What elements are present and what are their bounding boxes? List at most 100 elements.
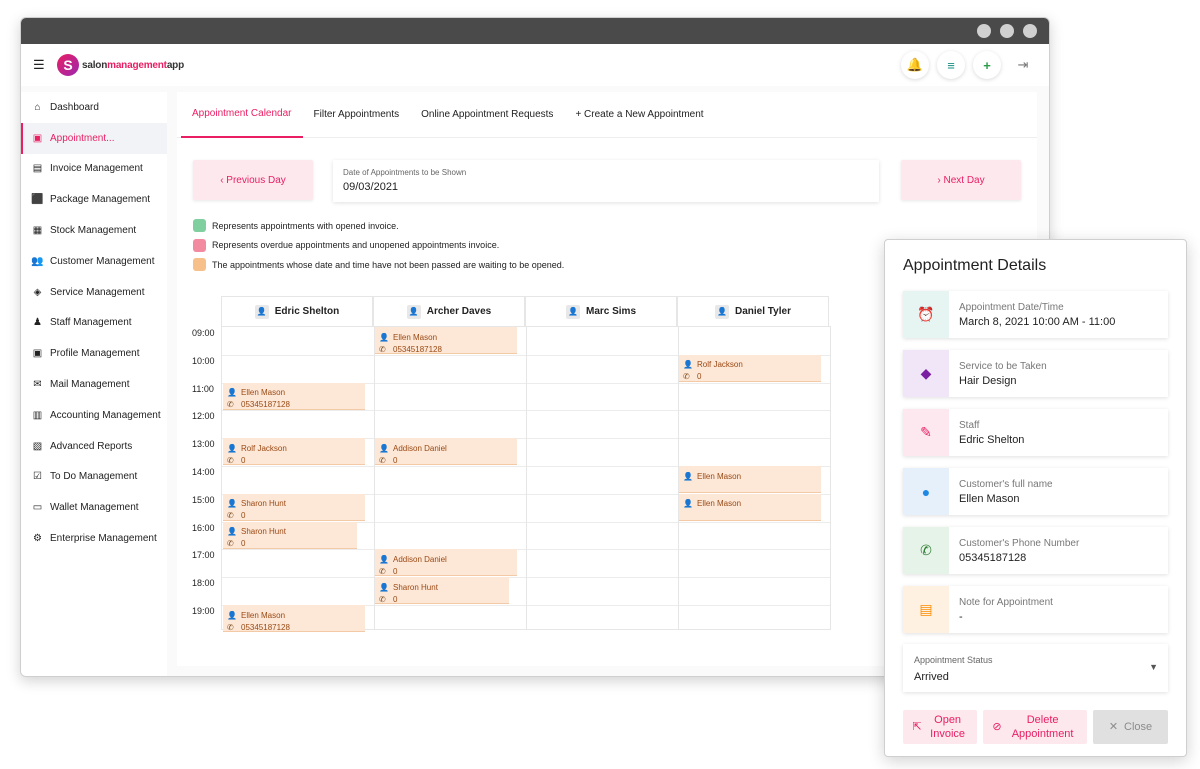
staff-avatar-icon: 👤 (254, 304, 269, 319)
sidebar-item[interactable]: ♟ Staff Management (21, 308, 167, 339)
appointment-block[interactable]: 👤 Ellen Mason (679, 493, 821, 521)
legend-item: Represents overdue appointments and unop… (193, 236, 564, 256)
tab-item[interactable]: Appointment Calendar (181, 92, 303, 138)
next-day-button[interactable]: › Next Day (901, 160, 1021, 200)
phone-icon: ✆ (227, 400, 234, 410)
sidebar-item-label: Package Management (50, 194, 151, 206)
appointment-block[interactable]: 👤 Rolf Jackson ✆ 0 (223, 438, 365, 466)
logout-icon[interactable]: ⇥ (1009, 51, 1037, 79)
detail-card: ◆ Service to be Taken Hair Design (903, 350, 1168, 397)
staff-avatar-icon: 👤 (406, 304, 421, 319)
sidebar-item[interactable]: ✉ Mail Management (21, 369, 167, 400)
appointment-block[interactable]: 👤 Addison Daniel ✆ 0 (375, 549, 517, 577)
sidebar-item[interactable]: ⌂ Dashboard (21, 92, 167, 123)
appointment-block[interactable]: 👤 Sharon Hunt ✆ 0 (223, 521, 357, 549)
sidebar-item[interactable]: ⬛ Package Management (21, 184, 167, 215)
time-label: 11:00 (192, 383, 214, 394)
staff-column-header: 👤 Marc Sims (525, 296, 677, 326)
detail-value: 05345187128 (959, 552, 1027, 564)
appointment-customer-name: Ellen Mason (697, 471, 742, 481)
detail-card: ✎ Staff Edric Shelton (903, 409, 1168, 456)
appointment-phone: ✆ 05345187128 (227, 399, 365, 410)
sidebar-item[interactable]: ☑ To Do Management (21, 462, 167, 493)
appointment-customer-name: Addison Daniel (393, 443, 447, 453)
appointment-customer: 👤 Sharon Hunt (379, 581, 509, 593)
sidebar-item[interactable]: ▭ Wallet Management (21, 492, 167, 523)
sidebar-item[interactable]: ▣ Appointment... (21, 122, 167, 154)
top-actions: 🔔 ≡ + ⇥ (901, 51, 1037, 79)
sidebar-item[interactable]: ▤ Invoice Management (21, 154, 167, 185)
plus-icon[interactable]: + (973, 51, 1001, 79)
appointment-customer-name: Rolf Jackson (241, 443, 287, 453)
appointment-block[interactable]: 👤 Sharon Hunt ✆ 0 (375, 577, 509, 605)
appointment-block[interactable]: 👤 Ellen Mason ✆ 05345187128 (223, 605, 365, 632)
window-control-dot[interactable] (1000, 24, 1014, 38)
window-control-dot[interactable] (977, 24, 991, 38)
person-icon: 👤 (227, 527, 237, 537)
sidebar-item-label: Dashboard (50, 101, 99, 113)
sidebar-item-label: Customer Management (50, 255, 155, 267)
person-icon: 👤 (379, 332, 389, 342)
sidebar-item[interactable]: 👥 Customer Management (21, 246, 167, 277)
date-field[interactable]: Date of Appointments to be Shown 09/03/2… (333, 160, 879, 202)
sidebar-item-icon: ⌂ (34, 101, 41, 113)
sidebar-item[interactable]: ▣ Profile Management (21, 338, 167, 369)
sidebar-item-label: Advanced Reports (50, 440, 133, 452)
close-icon: ✕ (1108, 721, 1119, 733)
time-label: 18:00 (192, 578, 215, 589)
appointment-phone-number: 0 (697, 372, 702, 382)
staff-name: Edric Shelton (274, 306, 340, 317)
sidebar-item-icon: 👥 (31, 255, 44, 267)
sidebar-item[interactable]: ◈ Service Management (21, 277, 167, 308)
bell-icon[interactable]: 🔔 (901, 51, 929, 79)
person-icon: 👤 (379, 554, 389, 564)
staff-avatar-icon: 👤 (565, 304, 580, 319)
legend-swatch (193, 238, 206, 252)
appointment-customer-name: Ellen Mason (393, 332, 438, 342)
detail-label: Customer's full name (959, 479, 1053, 490)
window-control-dot[interactable] (1023, 24, 1037, 38)
appointment-block[interactable]: 👤 Sharon Hunt ✆ 0 (223, 493, 365, 521)
appointment-block[interactable]: 👤 Ellen Mason (679, 466, 821, 493)
list-icon[interactable]: ≡ (937, 51, 965, 79)
appointment-block[interactable]: 👤 Ellen Mason ✆ 05345187128 (375, 327, 517, 354)
time-label: 10:00 (192, 355, 215, 366)
staff-name: Daniel Tyler (735, 306, 791, 317)
staff-column-header: 👤 Archer Daves (373, 296, 525, 326)
tab-item[interactable]: + Create a New Appointment (564, 92, 714, 138)
top-bar: ☰ S salonmanagementapp 🔔 ≡ + ⇥ (21, 44, 1049, 86)
appointment-block[interactable]: 👤 Addison Daniel ✆ 0 (375, 438, 517, 466)
detail-label: Customer's Phone Number (959, 538, 1080, 549)
appointment-customer-name: Ellen Mason (697, 499, 742, 509)
staff-column-header: 👤 Daniel Tyler (677, 296, 829, 326)
sidebar-item-label: Mail Management (50, 379, 130, 391)
open-invoice-button[interactable]: ⇱ Open Invoice (903, 710, 977, 744)
sidebar-item[interactable]: ▥ Accounting Management (21, 400, 167, 431)
column-gridline (526, 327, 527, 629)
caret-down-icon: ▼ (1149, 662, 1158, 672)
sidebar-item[interactable]: ▧ Advanced Reports (21, 431, 167, 462)
legend-text: Represents overdue appointments and unop… (212, 240, 500, 251)
phone-icon: ✆ (379, 344, 386, 354)
day-navigation: ‹ Previous Day Date of Appointments to b… (193, 160, 1023, 202)
previous-day-button[interactable]: ‹ Previous Day (193, 160, 313, 200)
sidebar-item[interactable]: ⚙ Enterprise Management (21, 523, 167, 554)
appointment-block[interactable]: 👤 Rolf Jackson ✆ 0 (679, 354, 821, 382)
app-logo[interactable]: S salonmanagementapp (57, 54, 184, 76)
tab-item[interactable]: Filter Appointments (303, 92, 411, 138)
appointment-block[interactable]: 👤 Ellen Mason ✆ 05345187128 (223, 382, 365, 410)
external-link-icon: ⇱ (912, 721, 922, 733)
appointment-status-select[interactable]: Appointment Status Arrived ▼ (903, 644, 1168, 692)
sidebar-item[interactable]: ▦ Stock Management (21, 215, 167, 246)
appointment-phone: ✆ 05345187128 (379, 343, 517, 354)
phone-icon: ✆ (379, 566, 386, 576)
sidebar-item-label: Enterprise Management (50, 533, 157, 545)
time-label: 15:00 (192, 494, 215, 505)
sidebar-item-label: Profile Management (50, 348, 140, 360)
hamburger-menu-icon[interactable]: ☰ (33, 57, 47, 73)
tab-item[interactable]: Online Appointment Requests (410, 92, 564, 138)
appointment-customer-name: Sharon Hunt (241, 499, 286, 509)
date-field-value: 09/03/2021 (343, 181, 399, 193)
close-button[interactable]: ✕ Close (1093, 710, 1168, 744)
delete-appointment-button[interactable]: ⊘ Delete Appointment (983, 710, 1087, 744)
